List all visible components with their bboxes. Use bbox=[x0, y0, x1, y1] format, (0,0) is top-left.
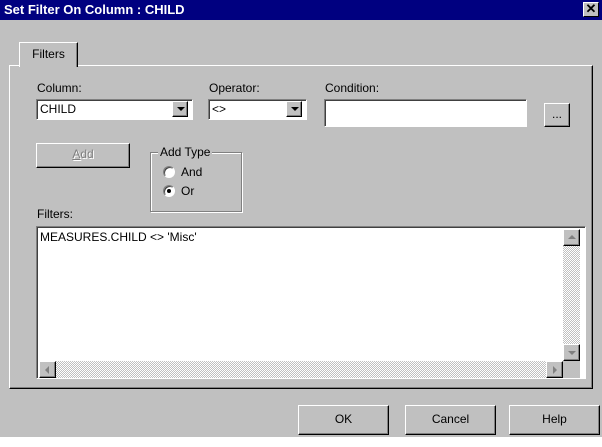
column-select-value: CHILD bbox=[40, 102, 77, 116]
arrow-left-icon bbox=[45, 366, 49, 374]
operator-dropdown-button[interactable] bbox=[286, 101, 302, 117]
vertical-scrollbar[interactable] bbox=[563, 229, 580, 361]
add-button-label: dd bbox=[80, 147, 94, 161]
operator-label: Operator: bbox=[209, 81, 260, 95]
condition-browse-button[interactable]: ... bbox=[544, 103, 570, 127]
condition-browse-label: ... bbox=[551, 107, 562, 121]
tab-filters-label: Filters bbox=[32, 47, 65, 61]
scrollbar-corner bbox=[563, 361, 580, 378]
cancel-button-label: Cancel bbox=[431, 412, 470, 426]
horizontal-scrollbar[interactable] bbox=[39, 361, 563, 378]
help-button[interactable]: Help bbox=[509, 405, 600, 435]
arrow-down-icon bbox=[568, 351, 576, 355]
tab-filters[interactable]: Filters bbox=[19, 42, 78, 67]
column-label: Column: bbox=[37, 81, 82, 95]
condition-input[interactable] bbox=[324, 99, 527, 127]
add-type-label: Add Type bbox=[158, 145, 213, 159]
chevron-down-icon bbox=[177, 107, 185, 111]
dialog-window: Set Filter On Column : CHILD ✕ Filters C… bbox=[0, 0, 602, 437]
window-title: Set Filter On Column : CHILD bbox=[4, 2, 185, 17]
column-dropdown-button[interactable] bbox=[172, 101, 188, 117]
ok-button-label: OK bbox=[334, 412, 353, 426]
operator-select-value: <> bbox=[212, 102, 227, 116]
help-button-label: Help bbox=[542, 412, 567, 426]
radio-and-label: And bbox=[181, 165, 203, 179]
operator-select[interactable]: <> bbox=[208, 99, 307, 120]
filters-textarea[interactable]: MEASURES.CHILD <> 'Misc' bbox=[36, 226, 586, 379]
scroll-up-button[interactable] bbox=[563, 229, 580, 246]
filters-label: Filters: bbox=[37, 207, 73, 221]
add-button[interactable]: Add bbox=[36, 143, 130, 168]
close-button[interactable]: ✕ bbox=[583, 2, 599, 17]
chevron-down-icon bbox=[291, 107, 299, 111]
column-select[interactable]: CHILD bbox=[36, 99, 193, 120]
title-bar[interactable]: Set Filter On Column : CHILD ✕ bbox=[0, 0, 602, 20]
arrow-up-icon bbox=[568, 235, 576, 239]
ok-button[interactable]: OK bbox=[298, 405, 389, 435]
scroll-down-button[interactable] bbox=[563, 344, 580, 361]
add-type-group bbox=[150, 152, 242, 212]
radio-or-circle[interactable] bbox=[163, 185, 175, 197]
radio-selected-dot bbox=[167, 189, 171, 193]
filters-text: MEASURES.CHILD <> 'Misc' bbox=[40, 230, 197, 244]
radio-or[interactable]: Or bbox=[163, 184, 235, 200]
scroll-right-button[interactable] bbox=[546, 361, 563, 378]
close-icon: ✕ bbox=[585, 1, 597, 16]
radio-or-label: Or bbox=[181, 184, 195, 198]
cancel-button[interactable]: Cancel bbox=[405, 405, 496, 435]
arrow-right-icon bbox=[553, 366, 557, 374]
radio-and[interactable]: And bbox=[163, 165, 235, 181]
condition-label: Condition: bbox=[325, 81, 380, 95]
radio-and-circle[interactable] bbox=[163, 166, 175, 178]
scroll-left-button[interactable] bbox=[39, 361, 56, 378]
